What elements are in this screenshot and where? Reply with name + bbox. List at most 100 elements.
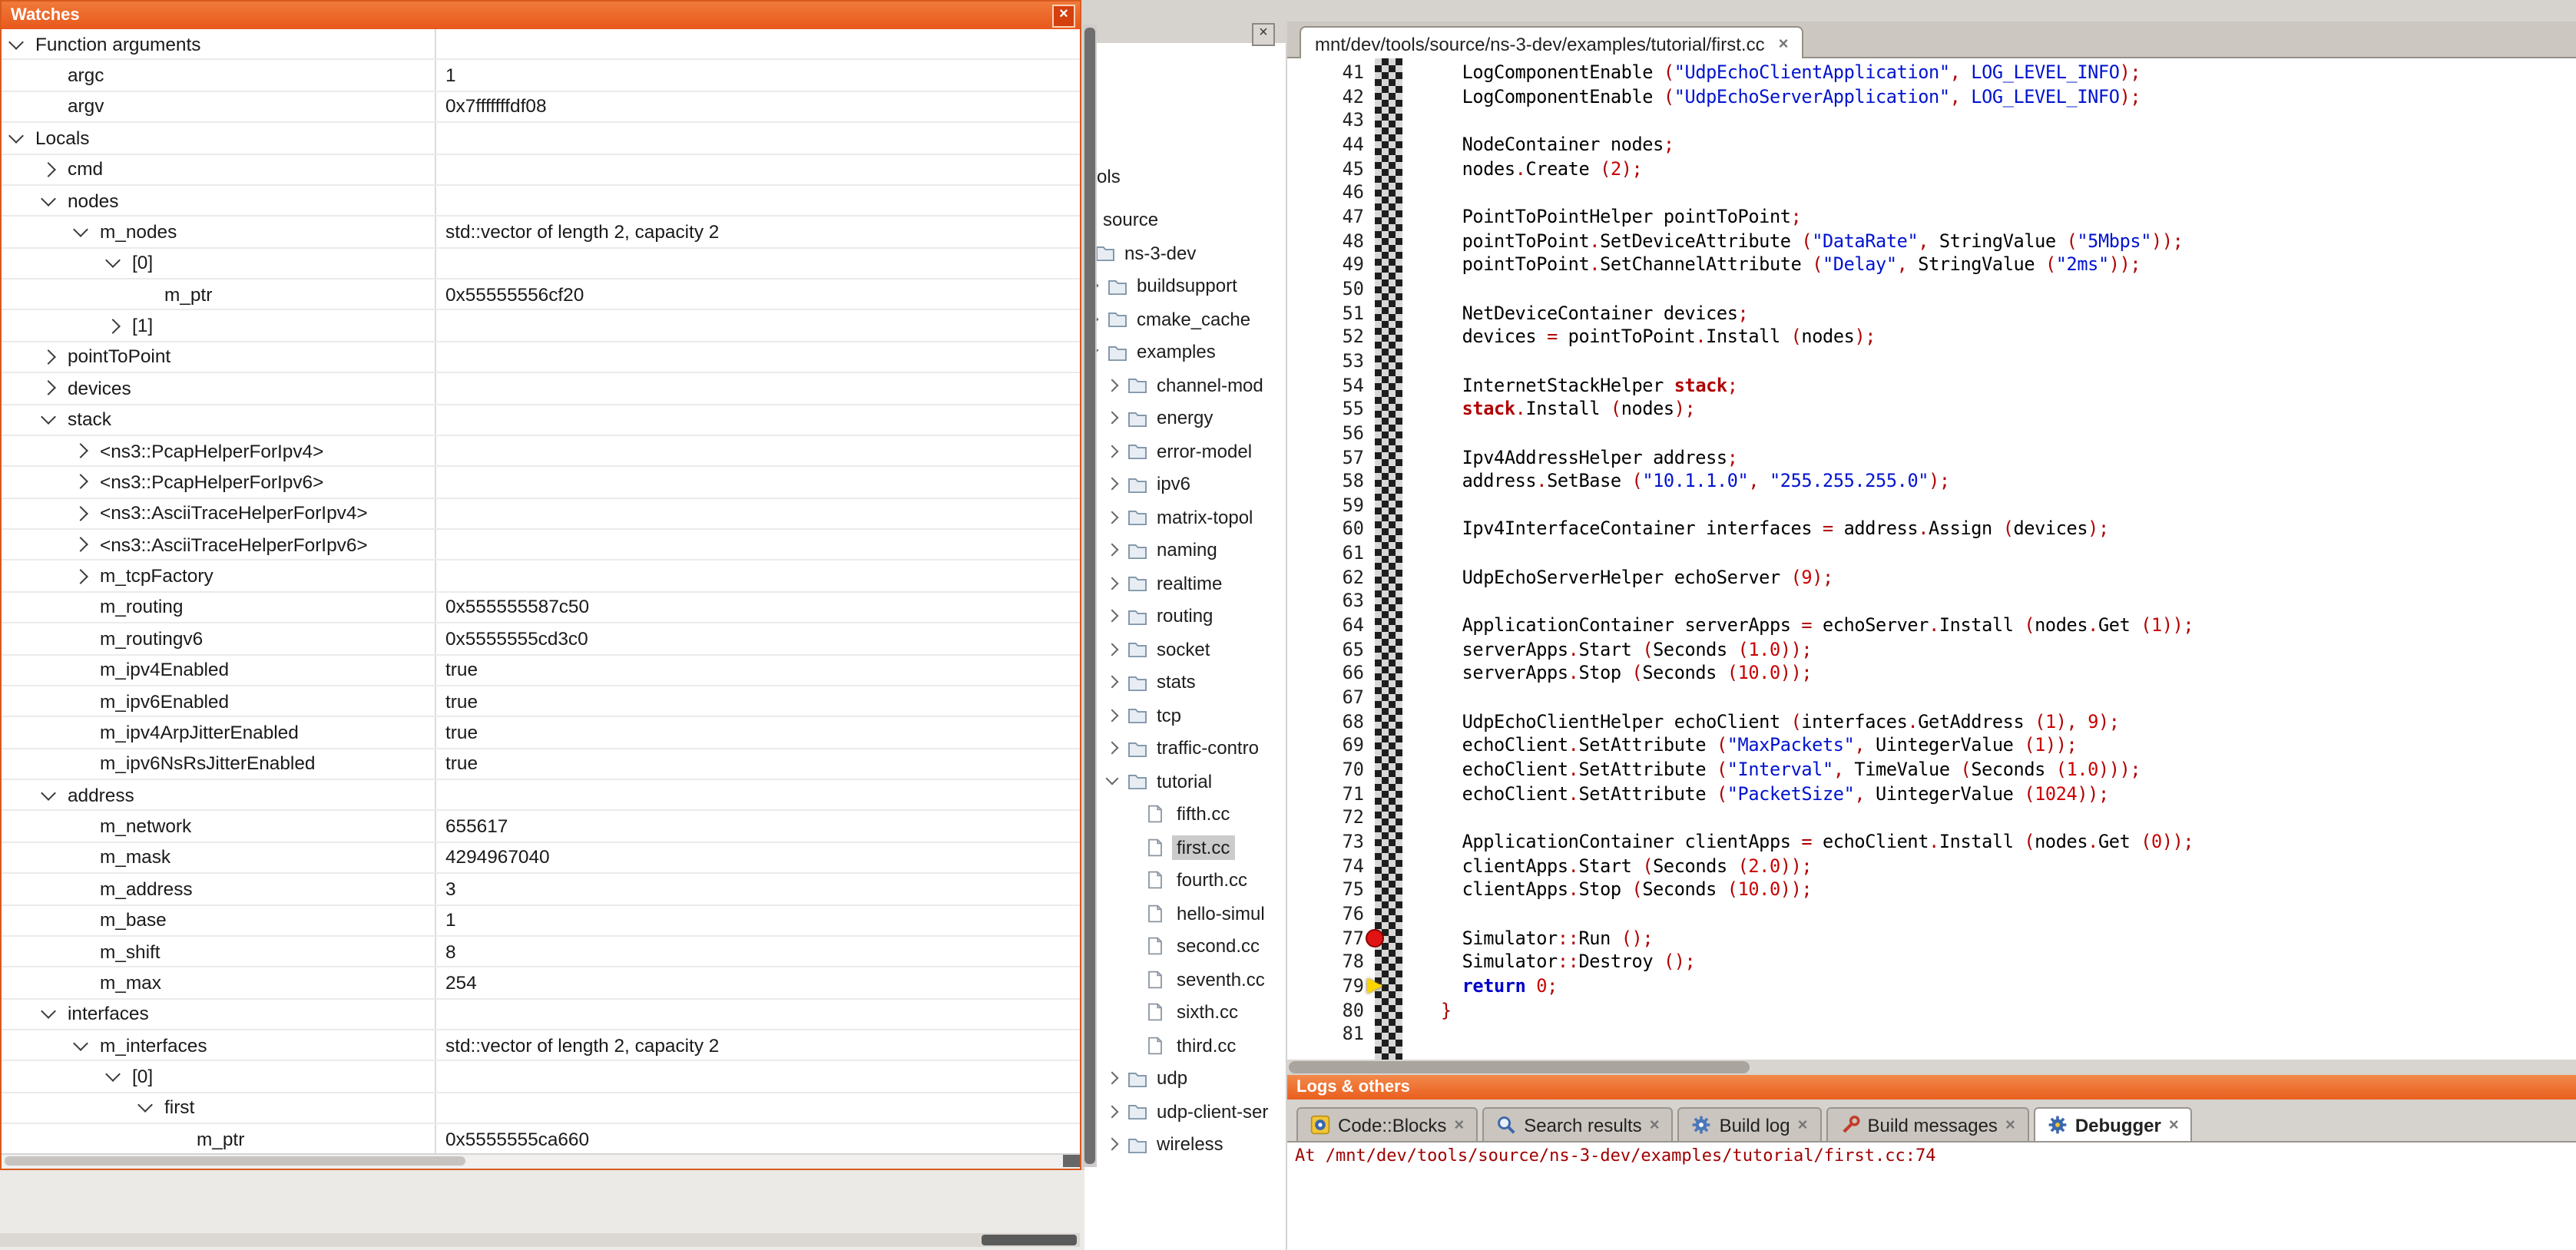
expand-arrow-icon[interactable]	[1106, 379, 1119, 392]
line-number[interactable]: 55	[1287, 398, 1364, 422]
code-line-76[interactable]: 76	[1287, 903, 2576, 927]
tree-item-source[interactable]: source	[1084, 203, 1286, 236]
code-line-48[interactable]: 48 pointToPoint.SetDeviceAttribute ("Dat…	[1287, 230, 2576, 253]
line-number[interactable]: 78	[1287, 951, 1364, 975]
code-line-47[interactable]: 47 PointToPointHelper pointToPoint;	[1287, 206, 2576, 230]
line-number[interactable]: 80	[1287, 999, 1364, 1023]
collapse-arrow-icon[interactable]	[41, 409, 56, 425]
code-editor[interactable]: 41 LogComponentEnable ("UdpEchoClientApp…	[1287, 58, 2576, 1060]
horizontal-scrollbar[interactable]	[0, 1233, 1080, 1247]
code-line-72[interactable]: 72	[1287, 807, 2576, 831]
watch-row[interactable]: m_ptr0x5555555ca660	[2, 1124, 1080, 1156]
watch-row[interactable]: first	[2, 1093, 1080, 1125]
code-line-69[interactable]: 69 echoClient.SetAttribute ("MaxPackets"…	[1287, 735, 2576, 759]
line-number[interactable]: 48	[1287, 230, 1364, 253]
watch-row[interactable]: [0]	[2, 1062, 1080, 1093]
tree-item-energy[interactable]: energy	[1108, 402, 1286, 435]
watch-row[interactable]: m_network655617	[2, 812, 1080, 843]
code-line-67[interactable]: 67	[1287, 686, 2576, 710]
watch-row[interactable]: Locals	[2, 123, 1080, 154]
expand-arrow-icon[interactable]	[1106, 742, 1119, 755]
code-line-53[interactable]: 53	[1287, 350, 2576, 374]
line-number[interactable]: 45	[1287, 157, 1364, 181]
line-number[interactable]: 64	[1287, 614, 1364, 638]
expand-arrow-icon[interactable]	[41, 381, 56, 396]
editor-tab-first-cc[interactable]: mnt/dev/tools/source/ns-3-dev/examples/t…	[1300, 26, 1803, 60]
close-icon[interactable]: ×	[1650, 1116, 1660, 1134]
line-number[interactable]: 56	[1287, 422, 1364, 446]
line-number[interactable]: 51	[1287, 302, 1364, 326]
expand-arrow-icon[interactable]	[73, 537, 88, 552]
watch-row[interactable]: <ns3::AsciiTraceHelperForIpv4>	[2, 498, 1080, 530]
tree-item-tools[interactable]: tools	[1084, 160, 1286, 193]
close-icon[interactable]: ×	[2005, 1116, 2015, 1134]
tree-item-routing[interactable]: routing	[1108, 600, 1286, 633]
logs-tab-debugger[interactable]: Debugger×	[2034, 1107, 2193, 1141]
code-line-51[interactable]: 51 NetDeviceContainer devices;	[1287, 302, 2576, 326]
tree-item-cmake-cache[interactable]: cmake_cache	[1088, 303, 1286, 336]
line-number[interactable]: 74	[1287, 855, 1364, 878]
expand-arrow-icon[interactable]	[1106, 610, 1119, 623]
expand-arrow-icon[interactable]	[1106, 643, 1119, 656]
expand-arrow-icon[interactable]	[105, 318, 121, 333]
tree-item-naming[interactable]: naming	[1108, 534, 1286, 567]
code-line-56[interactable]: 56	[1287, 422, 2576, 446]
expand-arrow-icon[interactable]	[73, 568, 88, 584]
tree-item-third-cc[interactable]: third.cc	[1127, 1029, 1286, 1062]
line-number[interactable]: 52	[1287, 326, 1364, 349]
collapse-arrow-icon[interactable]	[73, 222, 88, 237]
line-number[interactable]: 70	[1287, 759, 1364, 782]
watch-row[interactable]: m_tcpFactory	[2, 561, 1080, 593]
collapse-arrow-icon[interactable]	[41, 190, 56, 206]
code-line-75[interactable]: 75 clientApps.Stop (Seconds (10.0));	[1287, 879, 2576, 903]
line-number[interactable]: 75	[1287, 879, 1364, 903]
line-number[interactable]: 43	[1287, 110, 1364, 134]
logs-tab-build-messages[interactable]: Build messages×	[1826, 1107, 2029, 1141]
watch-row[interactable]: cmd	[2, 154, 1080, 186]
line-number[interactable]: 76	[1287, 903, 1364, 927]
collapse-arrow-icon[interactable]	[8, 128, 24, 144]
tree-item-error-model[interactable]: error-model	[1108, 435, 1286, 468]
watches-horizontal-scrollbar[interactable]	[2, 1153, 1080, 1169]
collapse-arrow-icon[interactable]	[8, 34, 24, 49]
project-tree-vertical-scrollbar[interactable]	[1083, 25, 1097, 1167]
line-number[interactable]: 62	[1287, 567, 1364, 590]
line-number[interactable]: 72	[1287, 807, 1364, 831]
code-line-54[interactable]: 54 InternetStackHelper stack;	[1287, 374, 2576, 398]
line-number[interactable]: 67	[1287, 686, 1364, 710]
editor-horizontal-scrollbar[interactable]	[1287, 1060, 2576, 1075]
tree-item-seventh-cc[interactable]: seventh.cc	[1127, 963, 1286, 996]
code-line-50[interactable]: 50	[1287, 278, 2576, 302]
tree-item-realtime[interactable]: realtime	[1108, 567, 1286, 600]
line-number[interactable]: 79	[1287, 975, 1364, 999]
expand-arrow-icon[interactable]	[1106, 709, 1119, 722]
logs-tab-build-log[interactable]: Build log×	[1678, 1107, 1822, 1141]
watch-row[interactable]: <ns3::PcapHelperForIpv4>	[2, 436, 1080, 468]
expand-arrow-icon[interactable]	[73, 506, 88, 521]
code-line-59[interactable]: 59	[1287, 494, 2576, 518]
code-line-78[interactable]: 78 Simulator::Destroy ();	[1287, 951, 2576, 975]
code-line-77[interactable]: 77 Simulator::Run ();	[1287, 927, 2576, 951]
line-number[interactable]: 81	[1287, 1023, 1364, 1047]
tree-item-hello-simul[interactable]: hello-simul	[1127, 897, 1286, 930]
watches-title-bar[interactable]: Watches ×	[2, 2, 1080, 29]
close-icon[interactable]: ×	[1798, 1116, 1808, 1134]
scrollbar-thumb[interactable]	[1289, 1061, 1750, 1073]
code-line-58[interactable]: 58 address.SetBase ("10.1.1.0", "255.255…	[1287, 470, 2576, 494]
expand-arrow-icon[interactable]	[1106, 1138, 1119, 1151]
line-number[interactable]: 68	[1287, 710, 1364, 734]
code-line-57[interactable]: 57 Ipv4AddressHelper address;	[1287, 446, 2576, 470]
watch-row[interactable]: m_interfacesstd::vector of length 2, cap…	[2, 1030, 1080, 1062]
code-line-74[interactable]: 74 clientApps.Start (Seconds (2.0));	[1287, 855, 2576, 878]
tree-item-fourth-cc[interactable]: fourth.cc	[1127, 864, 1286, 897]
code-line-43[interactable]: 43	[1287, 110, 2576, 134]
expand-arrow-icon[interactable]	[1106, 1072, 1119, 1085]
expand-arrow-icon[interactable]	[1106, 1105, 1119, 1118]
close-icon[interactable]: ×	[2169, 1116, 2179, 1134]
collapse-arrow-icon[interactable]	[73, 1035, 88, 1050]
line-number[interactable]: 50	[1287, 278, 1364, 302]
watch-row[interactable]: m_mask4294967040	[2, 843, 1080, 875]
scrollbar-thumb[interactable]	[1084, 28, 1095, 1164]
watch-row[interactable]: m_max254	[2, 968, 1080, 1000]
line-number[interactable]: 77	[1287, 927, 1364, 951]
